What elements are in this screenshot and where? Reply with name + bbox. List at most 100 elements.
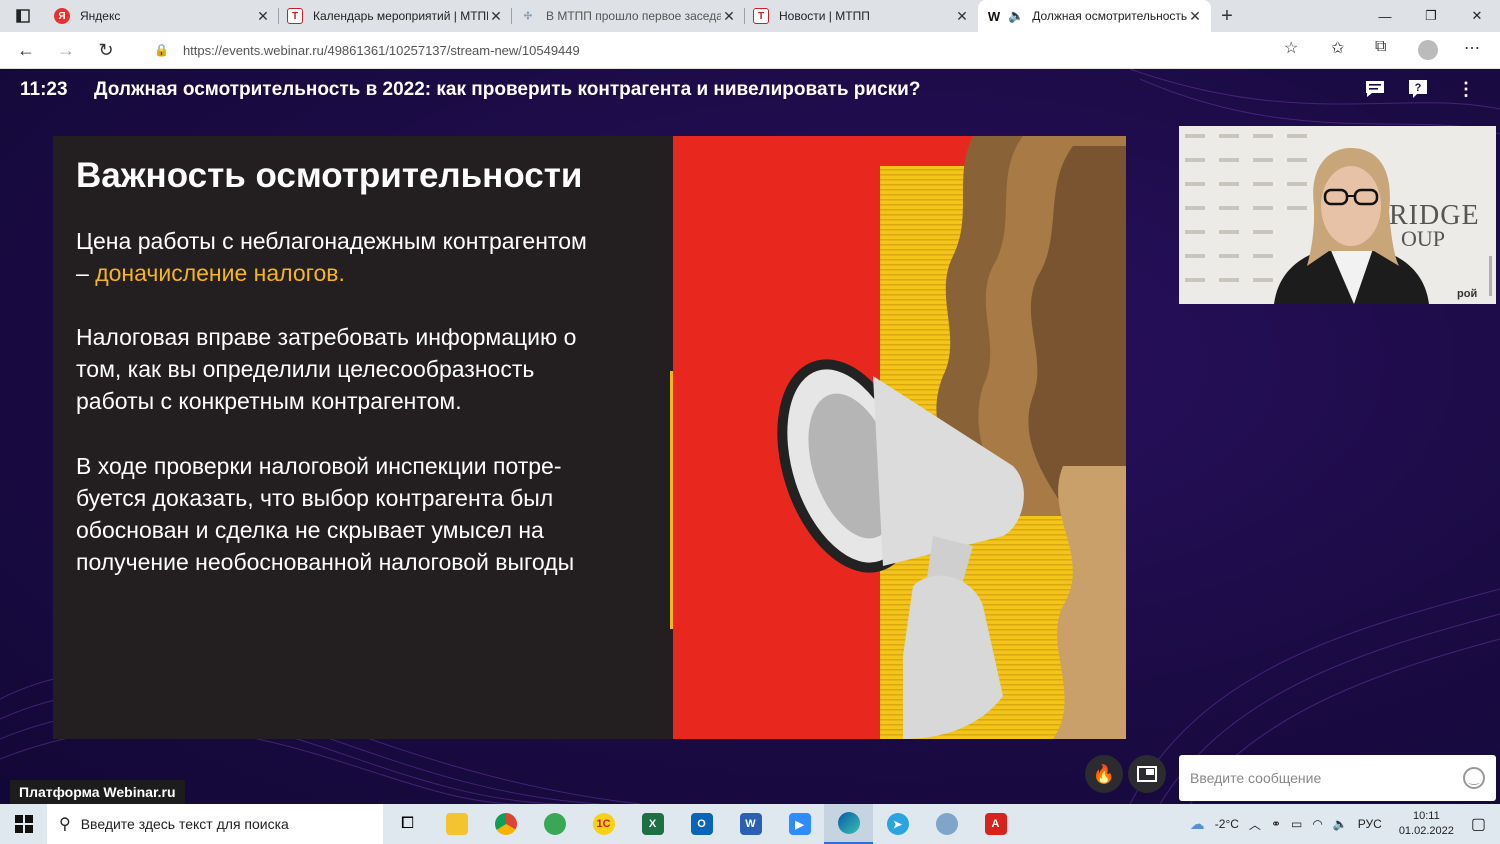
slide-line: В ходе проверки налоговой инспекции потр… — [76, 453, 562, 479]
tab-title: В МТПП прошло первое заседание — [546, 9, 721, 23]
lock-icon[interactable]: 🔒 — [154, 43, 169, 57]
slide-line: буется доказать, что выбор контрагента б… — [76, 485, 554, 511]
slide-line: – доначисление налогов. — [76, 257, 656, 289]
tray-chevron-icon[interactable]: ︿ — [1249, 816, 1261, 833]
caduceus-favicon-icon: ✣ — [523, 10, 533, 22]
refresh-icon[interactable]: ↻ — [86, 40, 126, 61]
forward-icon[interactable]: → — [46, 40, 86, 61]
restore-icon[interactable]: ❐ — [1408, 0, 1454, 32]
slide-line: Цена работы с неблагонадежным контрагент… — [76, 228, 587, 254]
close-tab-icon[interactable]: ✕ — [255, 8, 271, 25]
backdrop-logo-text: OUP — [1401, 226, 1446, 251]
backdrop-logo-text: рой — [1457, 288, 1478, 300]
system-tray: ☁ -2°C ︿ ⚭ ▭ ◠ 🔈 РУС 10:11 01.02.2022 ▢ — [1185, 809, 1500, 839]
tab-actions-icon[interactable] — [0, 0, 46, 32]
speaker-icon[interactable]: 🔈 — [1008, 8, 1024, 24]
webinar-favicon-icon: W — [987, 8, 1001, 24]
language-indicator[interactable]: РУС — [1358, 817, 1382, 831]
tab-news[interactable]: Т Новости | МТПП ✕ — [745, 0, 978, 32]
clock-time: 10:11 — [1412, 810, 1440, 822]
dash: – — [76, 260, 96, 286]
favorites-icon[interactable]: ✩ — [1331, 38, 1344, 58]
chat-placeholder: Введите сообщение — [1190, 770, 1322, 786]
file-explorer-icon[interactable] — [432, 804, 481, 844]
emoji-icon[interactable]: ‿ — [1463, 767, 1485, 789]
profile-avatar[interactable] — [1418, 40, 1438, 60]
slide-line: обоснован и сделка не скрывает умысел на — [76, 517, 544, 543]
slide-paragraph-1: Цена работы с неблагонадежным контрагент… — [76, 225, 656, 289]
stream-time: 11:23 — [20, 79, 68, 100]
slide-line: работы с конкретным контрагентом. — [76, 388, 462, 414]
battery-icon[interactable]: ▭ — [1291, 817, 1302, 831]
network-icon[interactable]: ⚭ — [1271, 817, 1281, 831]
search-placeholder: Введите здесь текст для поиска — [80, 816, 289, 832]
webinar-app: 11:23 Должная осмотрительность в 2022: к… — [0, 69, 1500, 804]
chrome-icon[interactable] — [481, 804, 530, 844]
more-menu-icon[interactable]: ⋯ — [1464, 38, 1480, 58]
tab-title: Должная осмотрительность — [1032, 9, 1187, 23]
zoom-icon[interactable]: ▶ — [775, 804, 824, 844]
slide-highlight: доначисление налогов. — [95, 260, 345, 286]
slide-line: том, как вы определили целесообразность — [76, 356, 535, 382]
platform-badge[interactable]: Платформа Webinar.ru — [10, 780, 185, 804]
svg-text:?: ? — [1415, 82, 1422, 94]
maps-icon[interactable] — [530, 804, 579, 844]
add-favorite-icon[interactable]: ☆ — [1284, 38, 1298, 58]
chat-message-input[interactable]: Введите сообщение ‿ — [1179, 755, 1496, 801]
slide-line: Налоговая вправе затребовать информацию … — [76, 324, 577, 350]
tab-yandex[interactable]: Я Яндекс ✕ — [46, 0, 279, 32]
url-field[interactable]: 🔒 https://events.webinar.ru/49861361/102… — [144, 36, 1314, 64]
new-tab-icon[interactable]: + — [1211, 5, 1243, 28]
wifi-icon[interactable]: ◠ — [1312, 817, 1322, 831]
weather-temp[interactable]: -2°C — [1215, 817, 1239, 831]
close-window-icon[interactable]: ✕ — [1454, 0, 1500, 32]
tab-title: Яндекс — [80, 9, 121, 23]
close-tab-icon[interactable]: ✕ — [488, 8, 504, 25]
mtpp-favicon-icon: Т — [753, 8, 769, 24]
url-text[interactable]: https://events.webinar.ru/49861361/10257… — [183, 43, 580, 58]
slide-heading: Важность осмотрительности — [76, 156, 583, 195]
yandex-favicon-icon: Я — [54, 8, 70, 24]
1c-icon[interactable]: 1С — [579, 804, 628, 844]
picture-in-picture-button[interactable] — [1128, 755, 1166, 793]
more-options-icon[interactable]: ⋮ — [1457, 79, 1475, 100]
tab-mtpp-meeting[interactable]: ✣ В МТПП прошло первое заседание ✕ — [512, 0, 745, 32]
clock[interactable]: 10:11 01.02.2022 — [1399, 809, 1454, 839]
help-icon[interactable]: ? — [1408, 79, 1428, 104]
task-view-icon[interactable]: ⧠ — [383, 804, 432, 844]
clock-date: 01.02.2022 — [1398, 825, 1454, 837]
volume-icon[interactable]: 🔈 — [1333, 817, 1348, 831]
weather-icon[interactable]: ☁ — [1190, 815, 1205, 833]
windows-start-icon[interactable] — [0, 804, 47, 844]
excel-icon[interactable]: X — [628, 804, 677, 844]
windows-taskbar: ⚲ Введите здесь текст для поиска ⧠ 1С X … — [0, 804, 1500, 844]
tab-title: Календарь мероприятий | МТПП — [313, 9, 488, 23]
tab-webinar[interactable]: W 🔈 Должная осмотрительность ✕ — [978, 0, 1211, 32]
tab-calendar[interactable]: Т Календарь мероприятий | МТПП ✕ — [279, 0, 512, 32]
close-tab-icon[interactable]: ✕ — [721, 8, 737, 25]
acrobat-icon[interactable]: A — [971, 804, 1020, 844]
megaphone-collage-image — [673, 136, 1126, 739]
close-tab-icon[interactable]: ✕ — [954, 8, 970, 25]
close-tab-icon[interactable]: ✕ — [1187, 8, 1203, 25]
app-icon[interactable] — [922, 804, 971, 844]
back-icon[interactable]: ← — [6, 40, 46, 61]
taskbar-search[interactable]: ⚲ Введите здесь текст для поиска — [47, 804, 383, 844]
reaction-fire-button[interactable]: 🔥 — [1085, 755, 1123, 793]
telegram-icon[interactable]: ➤ — [873, 804, 922, 844]
presenter-video[interactable]: RIDGE OUP рой — [1179, 126, 1496, 304]
chat-icon[interactable] — [1364, 79, 1386, 104]
outlook-icon[interactable]: O — [677, 804, 726, 844]
mtpp-favicon-icon: Т — [287, 8, 303, 24]
address-bar: ← → ↻ 🔒 https://events.webinar.ru/498613… — [0, 32, 1500, 69]
collections-icon[interactable]: ⧉ — [1375, 38, 1386, 56]
webinar-title: Должная осмотрительность в 2022: как про… — [94, 79, 921, 100]
slide-paragraph-3: В ходе проверки налоговой инспекции потр… — [76, 450, 656, 578]
edge-icon[interactable] — [824, 804, 873, 844]
slide-line: получение необоснованной налоговой выгод… — [76, 549, 575, 575]
presentation-slide: Важность осмотрительности Цена работы с … — [53, 136, 1126, 739]
minimize-icon[interactable]: — — [1362, 0, 1408, 32]
word-icon[interactable]: W — [726, 804, 775, 844]
tab-title: Новости | МТПП — [779, 9, 870, 23]
notification-icon[interactable]: ▢ — [1471, 814, 1486, 834]
